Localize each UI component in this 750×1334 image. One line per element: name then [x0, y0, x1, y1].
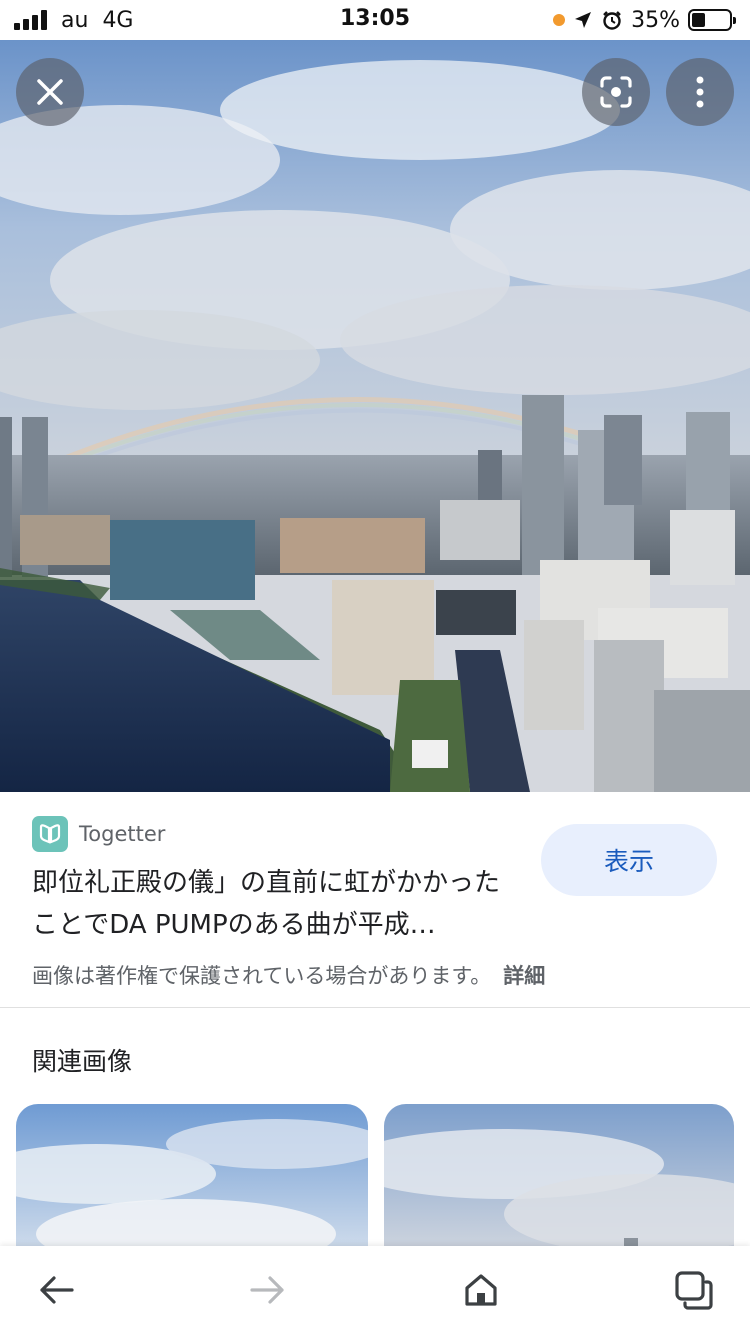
- lens-search-icon: [600, 76, 632, 108]
- city-rainbow-photo: [0, 40, 750, 792]
- location-arrow-icon: [575, 12, 592, 28]
- result-title[interactable]: 即位礼正殿の儀」の直前に虹がかかったことでDA PUMPのある曲が平成…: [32, 862, 522, 946]
- sky-thumbnail-photo: [16, 1104, 368, 1264]
- source-name: Togetter: [79, 822, 166, 846]
- result-info-panel: Togetter 即位礼正殿の儀」の直前に虹がかかったことでDA PUMPのある…: [0, 792, 750, 1008]
- copyright-text: 画像は著作権で保護されている場合があります。: [32, 964, 492, 988]
- related-images-heading: 関連画像: [32, 1047, 133, 1076]
- view-button[interactable]: 表示: [541, 824, 717, 896]
- forward-button[interactable]: [242, 1264, 294, 1316]
- home-button[interactable]: [455, 1264, 507, 1316]
- more-options-button[interactable]: [666, 58, 734, 126]
- sky-thumbnail-photo: [384, 1104, 734, 1264]
- status-right: 35%: [553, 6, 736, 34]
- battery-fill: [692, 13, 705, 27]
- back-arrow-icon: [40, 1276, 74, 1304]
- hero-image[interactable]: [0, 40, 750, 792]
- togetter-logo-icon: [32, 816, 68, 852]
- related-image-thumbnail[interactable]: [384, 1104, 734, 1264]
- close-icon: [37, 79, 63, 105]
- related-image-thumbnail[interactable]: [16, 1104, 368, 1264]
- bottom-navigation-bar: [0, 1246, 750, 1334]
- tabs-icon: [675, 1271, 713, 1310]
- lens-search-button[interactable]: [582, 58, 650, 126]
- battery-percent: 35%: [631, 7, 680, 33]
- source-row[interactable]: Togetter: [32, 816, 165, 852]
- location-dot-icon: [553, 14, 566, 26]
- copyright-notice: 画像は著作権で保護されている場合があります。 詳細: [32, 960, 545, 990]
- forward-arrow-icon: [250, 1276, 284, 1304]
- back-button[interactable]: [30, 1264, 82, 1316]
- close-button[interactable]: [16, 58, 84, 126]
- status-bar: au 4G 13:05 35%: [0, 0, 750, 40]
- home-icon: [465, 1274, 497, 1306]
- alarm-icon: [603, 11, 621, 30]
- tabs-button[interactable]: [668, 1264, 720, 1316]
- battery-icon: [688, 9, 736, 31]
- more-vert-icon: [696, 76, 704, 108]
- detail-link[interactable]: 詳細: [503, 964, 545, 988]
